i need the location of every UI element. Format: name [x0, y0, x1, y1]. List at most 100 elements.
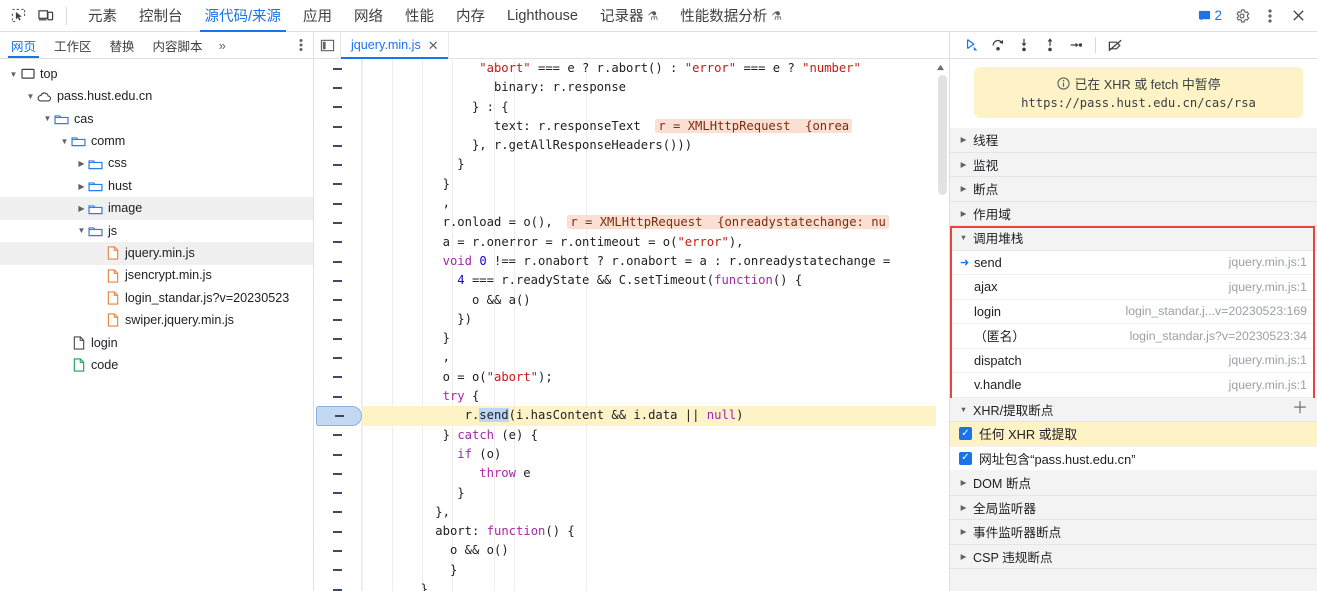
- checkbox-checked-icon[interactable]: ✓: [959, 451, 972, 465]
- editor-tab-jquery[interactable]: jquery.min.js ✕: [340, 31, 449, 59]
- section-watch[interactable]: ▶ 监视: [950, 152, 1317, 177]
- section-breakpoints[interactable]: ▶ 断点: [950, 177, 1317, 202]
- gutter-line[interactable]: [314, 271, 361, 290]
- device-toolbar-icon[interactable]: [32, 3, 60, 29]
- tree-item-swiper.jquery.min.js[interactable]: swiper.jquery.min.js: [0, 309, 313, 331]
- gutter-line[interactable]: [314, 233, 361, 252]
- gutter-line[interactable]: [314, 503, 361, 522]
- tree-item-css[interactable]: ▶ css: [0, 153, 313, 175]
- tree-item-cas[interactable]: ▼ cas: [0, 108, 313, 130]
- gutter-line[interactable]: [314, 580, 361, 591]
- section-csp-violation-breakpoints[interactable]: ▶ CSP 违规断点: [950, 544, 1317, 569]
- step-icon[interactable]: [1064, 33, 1088, 57]
- tree-item-code[interactable]: code: [0, 354, 313, 376]
- tab-lighthouse[interactable]: Lighthouse: [496, 0, 589, 32]
- section-call-stack[interactable]: ▼ 调用堆栈: [950, 226, 1317, 251]
- tab-elements[interactable]: 元素: [77, 0, 128, 32]
- scroll-up-arrow-icon[interactable]: [934, 60, 947, 74]
- tree-item-comm[interactable]: ▼ comm: [0, 130, 313, 152]
- gutter-line[interactable]: [314, 175, 361, 194]
- tree-item-hust[interactable]: ▶ hust: [0, 175, 313, 197]
- tab-memory[interactable]: 内存: [445, 0, 496, 32]
- call-stack-frame[interactable]: login login_standar.j...v=20230523:169: [950, 300, 1317, 324]
- inspect-cursor-icon[interactable]: [4, 3, 32, 29]
- nav-more-tabs-button[interactable]: »: [212, 38, 233, 53]
- chevron-down-icon[interactable]: ▼: [76, 225, 87, 236]
- message-count-badge[interactable]: 2: [1193, 8, 1227, 23]
- tab-performance-insights[interactable]: 性能数据分析 ⚗: [669, 0, 793, 32]
- tab-network[interactable]: 网络: [343, 0, 394, 32]
- chevron-right-icon[interactable]: ▶: [76, 158, 87, 169]
- section-xhr-breakpoints[interactable]: ▼ XHR/提取断点 ＋: [950, 397, 1317, 422]
- tree-item-login_standar.js-v-20230523[interactable]: login_standar.js?v=20230523: [0, 287, 313, 309]
- chevron-down-icon[interactable]: ▼: [42, 113, 53, 124]
- gutter-line[interactable]: [314, 445, 361, 464]
- nav-tab-workspace[interactable]: 工作区: [45, 32, 101, 58]
- gutter-line[interactable]: [314, 522, 361, 541]
- gutter-line[interactable]: [314, 155, 361, 174]
- gutter-line[interactable]: [314, 213, 361, 232]
- call-stack-frame[interactable]: ➜ send jquery.min.js:1: [950, 251, 1317, 275]
- editor-scrollbar-thumb[interactable]: [938, 75, 947, 195]
- panel-collapse-icon[interactable]: [314, 32, 340, 58]
- gutter-line[interactable]: [314, 329, 361, 348]
- chevron-right-icon[interactable]: ▶: [76, 203, 87, 214]
- editor-scrollbar[interactable]: [936, 75, 949, 591]
- gutter-line[interactable]: [314, 310, 361, 329]
- gutter-line[interactable]: [314, 464, 361, 483]
- chevron-right-icon[interactable]: ▶: [76, 181, 87, 192]
- tree-item-top[interactable]: ▼ top: [0, 63, 313, 85]
- gutter-line[interactable]: [314, 98, 361, 117]
- step-out-icon[interactable]: [1038, 33, 1062, 57]
- gutter-line[interactable]: [314, 194, 361, 213]
- plus-icon[interactable]: ＋: [1292, 401, 1308, 417]
- tree-item-login[interactable]: login: [0, 332, 313, 354]
- gutter-line[interactable]: [314, 387, 361, 406]
- xhr-breakpoint-url[interactable]: ✓ 网址包含“pass.hust.edu.cn”: [950, 447, 1317, 471]
- gutter-line[interactable]: [314, 252, 361, 271]
- kebab-menu-icon[interactable]: [1257, 3, 1283, 29]
- tree-item-jquery.min.js[interactable]: jquery.min.js: [0, 242, 313, 265]
- step-over-icon[interactable]: [986, 33, 1010, 57]
- checkbox-checked-icon[interactable]: ✓: [959, 427, 972, 441]
- nav-tab-content-scripts[interactable]: 内容脚本: [144, 32, 212, 58]
- gutter-line[interactable]: [314, 117, 361, 136]
- section-threads[interactable]: ▶ 线程: [950, 128, 1317, 153]
- navigator-kebab-menu-icon[interactable]: [289, 38, 313, 52]
- chevron-down-icon[interactable]: ▼: [25, 91, 36, 102]
- section-scope[interactable]: ▶ 作用域: [950, 201, 1317, 226]
- gutter-line[interactable]: [314, 541, 361, 560]
- call-stack-frame[interactable]: ajax jquery.min.js:1: [950, 275, 1317, 300]
- tab-performance[interactable]: 性能: [394, 0, 445, 32]
- chevron-down-icon[interactable]: ▼: [8, 69, 19, 80]
- resume-script-icon[interactable]: [960, 33, 984, 57]
- close-icon[interactable]: ✕: [428, 39, 439, 52]
- tree-item-jsencrypt.min.js[interactable]: jsencrypt.min.js: [0, 265, 313, 287]
- section-dom-breakpoints[interactable]: ▶ DOM 断点: [950, 471, 1317, 496]
- chevron-down-icon[interactable]: ▼: [59, 136, 70, 147]
- editor-gutter[interactable]: [314, 59, 362, 591]
- gutter-line[interactable]: [314, 426, 361, 445]
- section-global-listeners[interactable]: ▶ 全局监听器: [950, 495, 1317, 520]
- deactivate-breakpoints-icon[interactable]: [1103, 33, 1127, 57]
- close-icon[interactable]: [1285, 3, 1311, 29]
- gutter-line[interactable]: [314, 561, 361, 580]
- gutter-line[interactable]: [314, 348, 361, 367]
- step-into-icon[interactable]: [1012, 33, 1036, 57]
- tab-sources[interactable]: 源代码/来源: [194, 0, 293, 32]
- call-stack-frame[interactable]: v.handle jquery.min.js:1: [950, 373, 1317, 398]
- gear-icon[interactable]: [1229, 3, 1255, 29]
- tree-item-js[interactable]: ▼ js: [0, 220, 313, 242]
- gutter-line[interactable]: [314, 136, 361, 155]
- tab-application[interactable]: 应用: [292, 0, 343, 32]
- code-area[interactable]: "abort" === e ? r.abort() : "error" === …: [362, 59, 949, 591]
- gutter-line[interactable]: [314, 368, 361, 387]
- tab-console[interactable]: 控制台: [128, 0, 194, 32]
- gutter-line[interactable]: [314, 484, 361, 503]
- nav-tab-overrides[interactable]: 替换: [101, 32, 144, 58]
- section-event-listener-breakpoints[interactable]: ▶ 事件监听器断点: [950, 520, 1317, 545]
- xhr-breakpoint-any[interactable]: ✓ 任何 XHR 或提取: [950, 422, 1317, 447]
- tab-recorder[interactable]: 记录器 ⚗: [589, 0, 669, 32]
- tree-item-pass.hust.edu.cn[interactable]: ▼ pass.hust.edu.cn: [0, 85, 313, 107]
- call-stack-frame[interactable]: （匿名） login_standar.js?v=20230523:34: [950, 324, 1317, 349]
